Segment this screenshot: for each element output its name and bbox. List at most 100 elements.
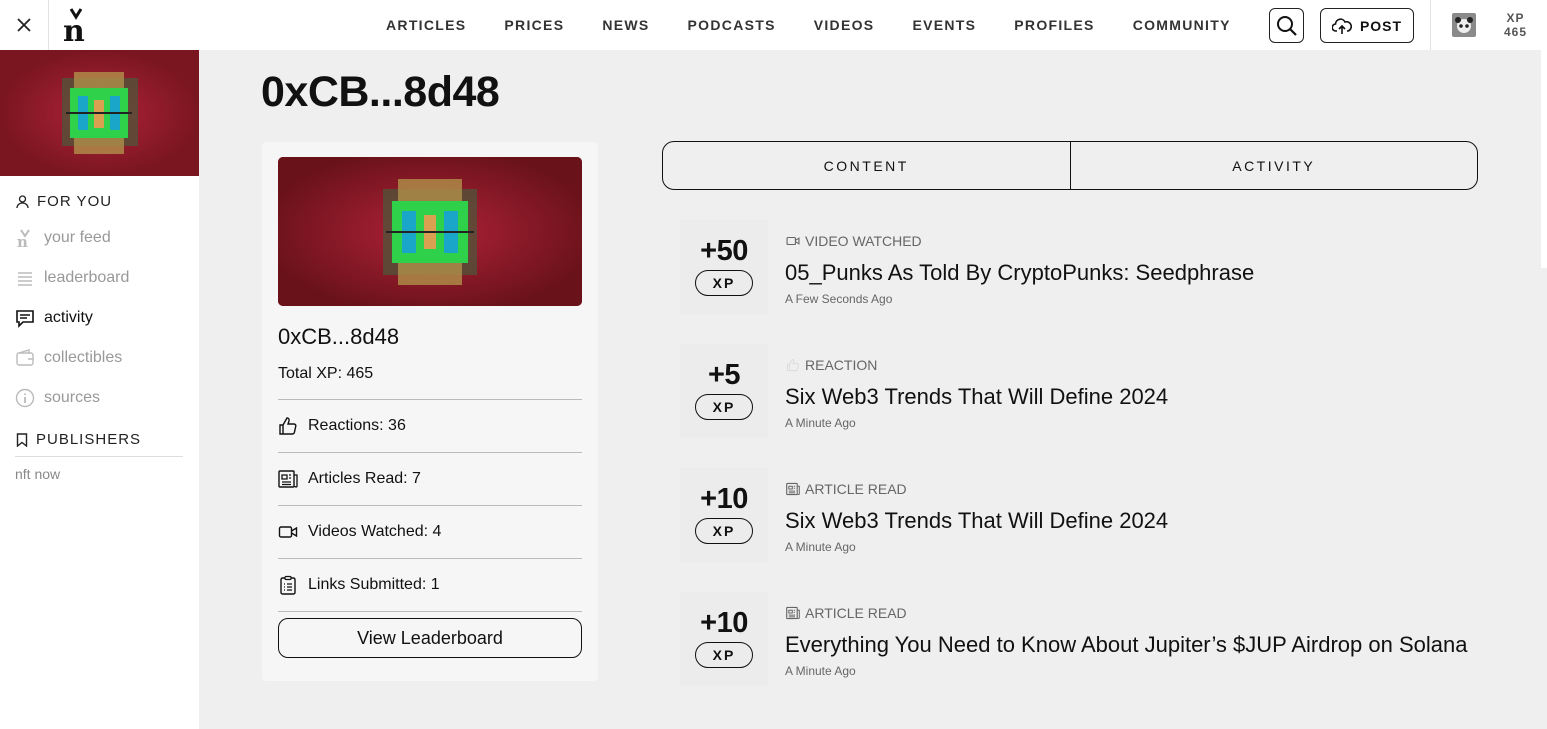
activity-time: A Minute Ago [785,416,856,430]
activity-item[interactable]: +10 XP ARTICLE READ Six Web3 Trends That… [680,468,1540,592]
info-icon [15,388,35,408]
activity-type-label: REACTION [805,357,878,373]
for-you-heading: FOR YOU [0,193,199,210]
activity-type: ARTICLE READ [785,605,907,621]
publishers-heading: PUBLISHERS [0,431,199,448]
nav-community[interactable]: COMMUNITY [1133,17,1231,33]
stat-articles-read: Articles Read: 7 [278,453,582,506]
activity-type: REACTION [785,357,877,373]
logo-mark-icon: n [63,8,85,43]
xp-badge: +10 XP [680,592,768,686]
xp-value: 465 [1504,25,1528,39]
site-logo[interactable]: n [49,0,105,50]
newspaper-icon [278,470,298,488]
close-button[interactable] [0,0,49,50]
stat-videos-watched: Videos Watched: 4 [278,506,582,559]
thumbs-up-icon [786,358,800,372]
nav-news[interactable]: NEWS [602,17,649,33]
sidebar-item-label: your feed [44,229,111,246]
clipboard-icon [280,575,296,595]
xp-amount: +10 [700,483,748,515]
stat-label: Articles Read: 7 [308,470,421,487]
xp-unit: XP [695,642,753,668]
upload-cloud-icon [1331,17,1352,34]
post-button[interactable]: POST [1320,8,1414,43]
publisher-item[interactable]: nft now [0,466,199,482]
sidebar-item-activity[interactable]: activity [0,298,199,338]
activity-item[interactable]: +50 XP VIDEO WATCHED 05_Punks As Told By… [680,220,1540,344]
avatar [1452,13,1476,37]
xp-unit: XP [695,394,753,420]
person-icon [16,194,29,208]
video-icon [786,236,800,246]
nav-videos[interactable]: VIDEOS [814,17,875,33]
activity-title[interactable]: 05_Punks As Told By CryptoPunks: Seedphr… [785,260,1254,286]
activity-time: A Minute Ago [785,540,856,554]
bookmark-icon [16,432,28,447]
activity-title[interactable]: Six Web3 Trends That Will Define 2024 [785,508,1168,534]
content-tabs: CONTENT ACTIVITY [662,141,1478,190]
top-bar: n ARTICLES PRICES NEWS PODCASTS VIDEOS E… [0,0,1547,50]
nav-prices[interactable]: PRICES [504,17,564,33]
scrollbar-track[interactable] [1541,50,1547,268]
view-leaderboard-button[interactable]: View Leaderboard [278,618,582,658]
thumbs-up-icon [279,417,297,435]
activity-feed: +50 XP VIDEO WATCHED 05_Punks As Told By… [680,220,1540,716]
chat-icon [16,310,34,328]
activity-item[interactable]: +10 XP ARTICLE READ Everything You Need … [680,592,1540,716]
newspaper-icon [786,606,800,620]
stat-reactions: Reactions: 36 [278,400,582,453]
activity-title[interactable]: Six Web3 Trends That Will Define 2024 [785,384,1168,410]
sidebar-item-sources[interactable]: sources [0,378,199,418]
list-icon [18,272,32,286]
stat-links-submitted: Links Submitted: 1 [278,559,582,612]
stat-label: Reactions: 36 [308,417,406,434]
panda-avatar-icon [1455,17,1473,33]
publishers-label: PUBLISHERS [36,431,142,448]
xp-unit: XP [695,270,753,296]
tab-activity[interactable]: ACTIVITY [1069,142,1478,189]
user-menu[interactable]: XP 465 [1430,0,1547,50]
profile-card: 0xCB...8d48 Total XP: 465 Reactions: 36 … [262,142,598,681]
sidebar-item-label: sources [44,389,101,406]
nav-podcasts[interactable]: PODCASTS [688,17,776,33]
profile-banner [0,50,199,176]
nav-articles[interactable]: ARTICLES [386,17,466,33]
activity-item[interactable]: +5 XP REACTION Six Web3 Trends That Will… [680,344,1540,468]
sidebar-item-your-feed[interactable]: n your feed [0,218,199,258]
profile-total-xp: Total XP: 465 [278,365,582,400]
xp-badge: +10 XP [680,468,768,562]
stat-label: Links Submitted: 1 [308,576,440,593]
sidebar-divider [15,456,183,457]
sidebar-item-label: collectibles [44,349,123,366]
sidebar: FOR YOU n your feed leaderboard activity… [0,50,199,729]
close-icon [17,18,31,32]
xp-badge: +50 XP [680,220,768,314]
logo-glyph: n [63,14,85,43]
activity-time: A Minute Ago [785,664,856,678]
post-label: POST [1359,17,1403,34]
nav-events[interactable]: EVENTS [912,17,976,33]
profile-name: 0xCB...8d48 [278,324,400,349]
activity-title[interactable]: Everything You Need to Know About Jupite… [785,632,1467,658]
search-button[interactable] [1269,8,1304,43]
xp-unit: XP [695,518,753,544]
sidebar-item-leaderboard[interactable]: leaderboard [0,258,199,298]
n-logo-glyph: n [17,233,28,248]
activity-type: ARTICLE READ [785,481,907,497]
nft-artwork [278,157,582,306]
tab-content[interactable]: CONTENT [663,142,1070,189]
sidebar-menu: n your feed leaderboard activity collect… [0,218,199,418]
activity-type: VIDEO WATCHED [785,233,922,249]
page-title: 0xCB...8d48 [261,68,500,116]
xp-label: XP [1506,11,1525,25]
wallet-icon [16,349,34,366]
profile-image [278,157,582,306]
main-nav: ARTICLES PRICES NEWS PODCASTS VIDEOS EVE… [367,0,1250,50]
nav-profiles[interactable]: PROFILES [1014,17,1094,33]
for-you-label: FOR YOU [37,193,113,210]
xp-amount: +10 [700,607,748,639]
n-logo-icon: n [17,229,30,248]
video-icon [278,526,298,538]
sidebar-item-collectibles[interactable]: collectibles [0,338,199,378]
